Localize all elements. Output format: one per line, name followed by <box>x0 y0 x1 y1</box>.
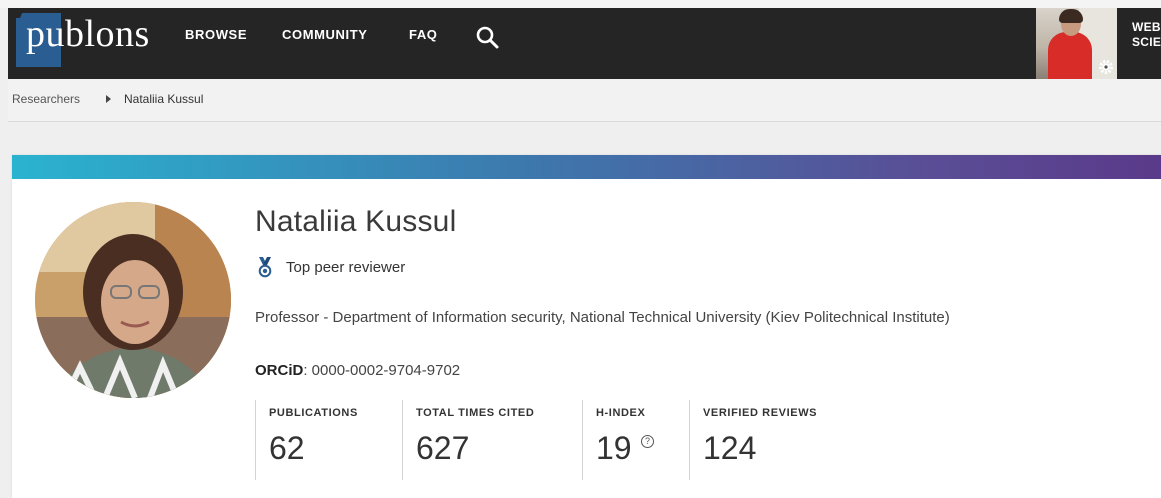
stat-label: PUBLICATIONS <box>269 407 358 419</box>
stat-label: VERIFIED REVIEWS <box>703 407 818 419</box>
profile-card: Nataliia Kussul Top peer reviewer Profes… <box>12 155 1161 498</box>
stat-h-index[interactable]: H-INDEX 19 ? <box>582 400 690 480</box>
web-of-science-link[interactable]: WEB SCIE <box>1132 20 1161 50</box>
help-icon[interactable]: ? <box>641 435 654 448</box>
stat-value: 62 <box>269 430 305 466</box>
logo[interactable]: publons <box>26 12 150 56</box>
stat-value: 627 <box>416 430 470 466</box>
researcher-position: Professor - Department of Information se… <box>255 309 950 326</box>
avatar-figure <box>1048 32 1092 79</box>
orcid-value[interactable]: : 0000-0002-9704-9702 <box>303 362 460 379</box>
stat-label: H-INDEX <box>596 407 646 419</box>
researcher-name: Nataliia Kussul <box>255 205 457 238</box>
top-strip <box>0 0 1161 8</box>
stat-verified-reviews[interactable]: VERIFIED REVIEWS 124 <box>689 400 890 480</box>
stat-value: 124 <box>703 430 757 466</box>
stat-label: TOTAL TIMES CITED <box>416 407 535 419</box>
stat-total-times-cited[interactable]: TOTAL TIMES CITED 627 <box>402 400 583 480</box>
badge-label: Top peer reviewer <box>286 259 406 276</box>
gear-icon[interactable] <box>1097 58 1115 76</box>
breadcrumb-separator-icon <box>106 95 111 103</box>
orcid-label: ORCiD <box>255 362 304 379</box>
nav-browse[interactable]: BROWSE <box>185 27 247 42</box>
top-navbar: publons BROWSE COMMUNITY FAQ WEB SCIE <box>8 8 1161 79</box>
breadcrumb: Researchers Nataliia Kussul <box>8 79 1161 122</box>
orcid-row: ORCiD: 0000-0002-9704-9702 <box>255 362 460 379</box>
user-avatar[interactable] <box>1036 8 1117 79</box>
nav-faq[interactable]: FAQ <box>409 27 438 42</box>
breadcrumb-researchers[interactable]: Researchers <box>12 92 80 106</box>
avatar-hair <box>1059 9 1083 23</box>
search-icon[interactable] <box>475 25 501 51</box>
stat-value: 19 <box>596 430 632 466</box>
nav-community[interactable]: COMMUNITY <box>282 27 368 42</box>
stat-publications[interactable]: PUBLICATIONS 62 <box>255 400 403 480</box>
profile-photo <box>35 202 231 398</box>
medal-icon <box>258 257 272 278</box>
breadcrumb-current: Nataliia Kussul <box>124 92 204 106</box>
profile-header-strip <box>12 155 1161 179</box>
